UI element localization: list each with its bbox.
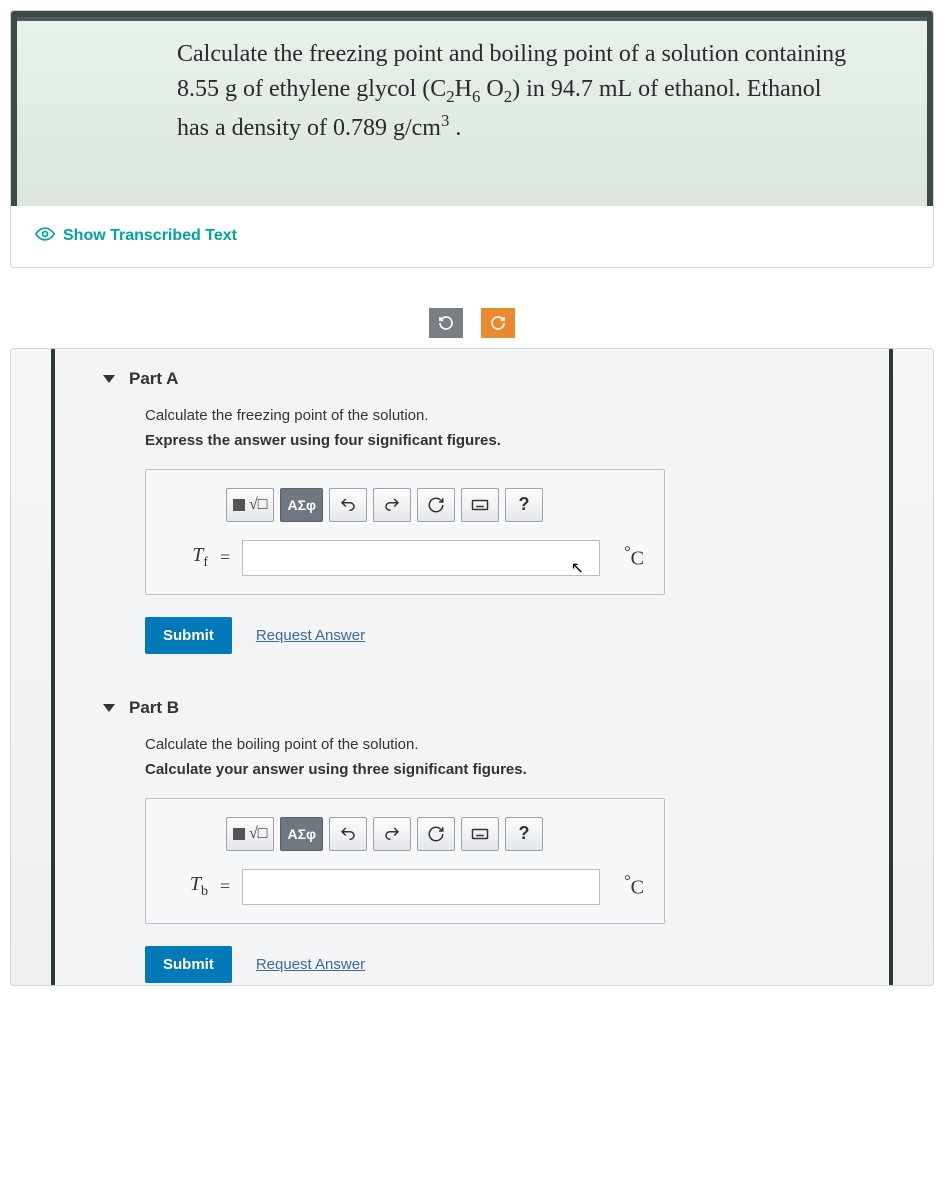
part-b-answer-row: Tb = °C (166, 869, 644, 905)
help-button[interactable]: ? (505, 817, 543, 851)
greek-button[interactable]: ΑΣφ (280, 817, 323, 851)
help-button[interactable]: ? (505, 488, 543, 522)
question-photo: Calculate the freezing point and boiling… (11, 11, 933, 206)
part-a-unit: °C (624, 544, 644, 571)
greek-label: ΑΣφ (287, 826, 316, 842)
part-a-body: Calculate the freezing point of the solu… (55, 403, 889, 678)
part-a-actions: Submit Request Answer (145, 617, 829, 654)
greek-label: ΑΣφ (287, 497, 316, 513)
formula-mid1: H (455, 76, 472, 102)
unit-c: C (631, 877, 644, 899)
part-a-submit-button[interactable]: Submit (145, 617, 232, 654)
greek-button[interactable]: ΑΣφ (280, 488, 323, 522)
part-a-equation-box: √□ ΑΣφ ? Tf = (145, 469, 665, 595)
answer-card: Part A Calculate the freezing point of t… (10, 348, 934, 986)
part-a-title: Part A (129, 369, 178, 389)
part-a-instruction-2: Express the answer using four significan… (145, 432, 829, 449)
var-sub-b: b (201, 884, 208, 899)
part-b-equation-box: √□ ΑΣφ ? Tb = (145, 798, 665, 924)
help-label: ? (518, 823, 529, 844)
part-a-instruction-1: Calculate the freezing point of the solu… (145, 407, 829, 424)
reset-button[interactable] (417, 817, 455, 851)
part-a-toolbar: √□ ΑΣφ ? (226, 488, 644, 522)
question-period: . (455, 115, 461, 141)
var-t: T (190, 873, 201, 895)
undo-button[interactable] (329, 488, 367, 522)
formula-sub1: 2 (446, 87, 454, 106)
formula-mid2: O (480, 76, 503, 102)
show-transcribed-label: Show Transcribed Text (63, 227, 237, 245)
density-val: 0.789 g/cm (333, 115, 441, 141)
part-a-request-answer-link[interactable]: Request Answer (256, 627, 365, 644)
part-a-answer-input[interactable] (242, 540, 600, 576)
root-icon: √□ (245, 496, 267, 514)
show-transcribed-button[interactable]: Show Transcribed Text (11, 206, 933, 267)
help-label: ? (518, 494, 529, 515)
templates-button[interactable]: √□ (226, 488, 274, 522)
keyboard-button[interactable] (461, 488, 499, 522)
part-b-toolbar: √□ ΑΣφ ? (226, 817, 644, 851)
eye-icon (35, 224, 55, 249)
templates-button[interactable]: √□ (226, 817, 274, 851)
var-sub-f: f (203, 555, 208, 570)
equals-sign: = (220, 876, 230, 897)
box-icon (233, 828, 245, 840)
answer-photo-frame: Part A Calculate the freezing point of t… (51, 349, 893, 985)
formula-sub3: 2 (504, 87, 512, 106)
part-b-variable: Tb (166, 873, 208, 900)
equals-sign: = (220, 547, 230, 568)
part-b-header[interactable]: Part B (55, 678, 889, 732)
caret-down-icon (103, 375, 115, 383)
formula-open: (C (422, 76, 446, 102)
var-t: T (192, 544, 203, 566)
part-b-answer-input[interactable] (242, 869, 600, 905)
part-b-body: Calculate the boiling point of the solut… (55, 732, 889, 985)
question-card: Calculate the freezing point and boiling… (10, 10, 934, 268)
reset-button[interactable] (417, 488, 455, 522)
part-b-submit-button[interactable]: Submit (145, 946, 232, 983)
box-icon (233, 499, 245, 511)
question-volume: 94.7 mL (551, 76, 632, 102)
rotate-controls (0, 308, 944, 338)
keyboard-button[interactable] (461, 817, 499, 851)
rotate-left-button[interactable] (429, 308, 463, 338)
question-frag-3: in (526, 76, 551, 102)
part-a-variable: Tf (166, 544, 208, 571)
part-b-instruction-1: Calculate the boiling point of the solut… (145, 736, 829, 753)
part-a-header[interactable]: Part A (55, 349, 889, 403)
question-mass: 8.55 g (177, 76, 237, 102)
question-frag-2: of ethylene glycol (243, 76, 422, 102)
part-a-answer-row: Tf = °C (166, 540, 644, 576)
root-icon: √□ (245, 825, 267, 843)
caret-down-icon (103, 704, 115, 712)
question-frag-1: Calculate the freezing point and boiling… (177, 41, 846, 67)
redo-button[interactable] (373, 488, 411, 522)
part-b-actions: Submit Request Answer (145, 946, 829, 983)
question-density: 0.789 g/cm3 (333, 115, 455, 141)
unit-c: C (631, 548, 644, 570)
part-b-instruction-2: Calculate your answer using three signif… (145, 761, 829, 778)
undo-button[interactable] (329, 817, 367, 851)
part-b-title: Part B (129, 698, 179, 718)
question-text: Calculate the freezing point and boiling… (177, 37, 857, 146)
question-formula: (C2H6 O2) (422, 76, 526, 102)
formula-close: ) (512, 76, 520, 102)
part-b-unit: °C (624, 873, 644, 900)
density-sup: 3 (441, 111, 449, 130)
redo-button[interactable] (373, 817, 411, 851)
rotate-right-button[interactable] (481, 308, 515, 338)
part-b-request-answer-link[interactable]: Request Answer (256, 956, 365, 973)
